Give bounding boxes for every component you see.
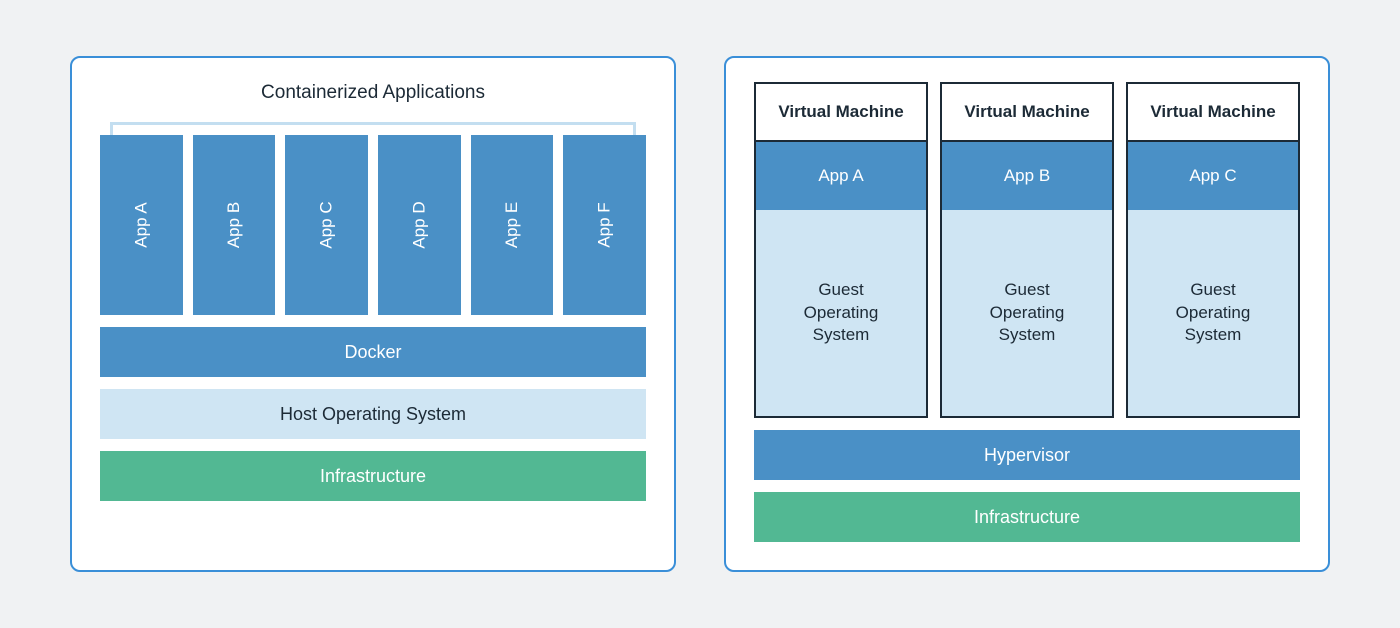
app-label: App E xyxy=(502,202,522,248)
vm-title: Virtual Machine xyxy=(1128,84,1298,142)
vm-app: App A xyxy=(756,142,926,210)
host-os-layer: Host Operating System xyxy=(100,389,646,439)
app-box: App A xyxy=(100,135,183,315)
infrastructure-layer: Infrastructure xyxy=(754,492,1300,542)
app-label: App A xyxy=(131,202,151,247)
app-box: App E xyxy=(471,135,554,315)
vm-app: App B xyxy=(942,142,1112,210)
vm-title: Virtual Machine xyxy=(942,84,1112,142)
app-label: App D xyxy=(409,201,429,248)
app-box: App D xyxy=(378,135,461,315)
app-box: App F xyxy=(563,135,646,315)
app-box: App C xyxy=(285,135,368,315)
containers-title: Containerized Applications xyxy=(100,82,646,104)
app-label: App C xyxy=(317,201,337,248)
vm-guest-os: Guest Operating System xyxy=(756,210,926,416)
vm-guest-os: Guest Operating System xyxy=(942,210,1112,416)
app-label: App F xyxy=(595,202,615,247)
app-box: App B xyxy=(193,135,276,315)
containers-panel: Containerized Applications App A App B A… xyxy=(70,56,676,572)
vm-box: Virtual Machine App A Guest Operating Sy… xyxy=(754,82,928,418)
apps-row: App A App B App C App D App E App F xyxy=(100,135,646,315)
vms-panel: Virtual Machine App A Guest Operating Sy… xyxy=(724,56,1330,572)
vm-box: Virtual Machine App B Guest Operating Sy… xyxy=(940,82,1114,418)
app-label: App B xyxy=(224,202,244,248)
vms-row: Virtual Machine App A Guest Operating Sy… xyxy=(754,82,1300,418)
docker-layer: Docker xyxy=(100,327,646,377)
vm-app: App C xyxy=(1128,142,1298,210)
vm-box: Virtual Machine App C Guest Operating Sy… xyxy=(1126,82,1300,418)
hypervisor-layer: Hypervisor xyxy=(754,430,1300,480)
vm-title: Virtual Machine xyxy=(756,84,926,142)
infrastructure-layer: Infrastructure xyxy=(100,451,646,501)
vm-guest-os: Guest Operating System xyxy=(1128,210,1298,416)
